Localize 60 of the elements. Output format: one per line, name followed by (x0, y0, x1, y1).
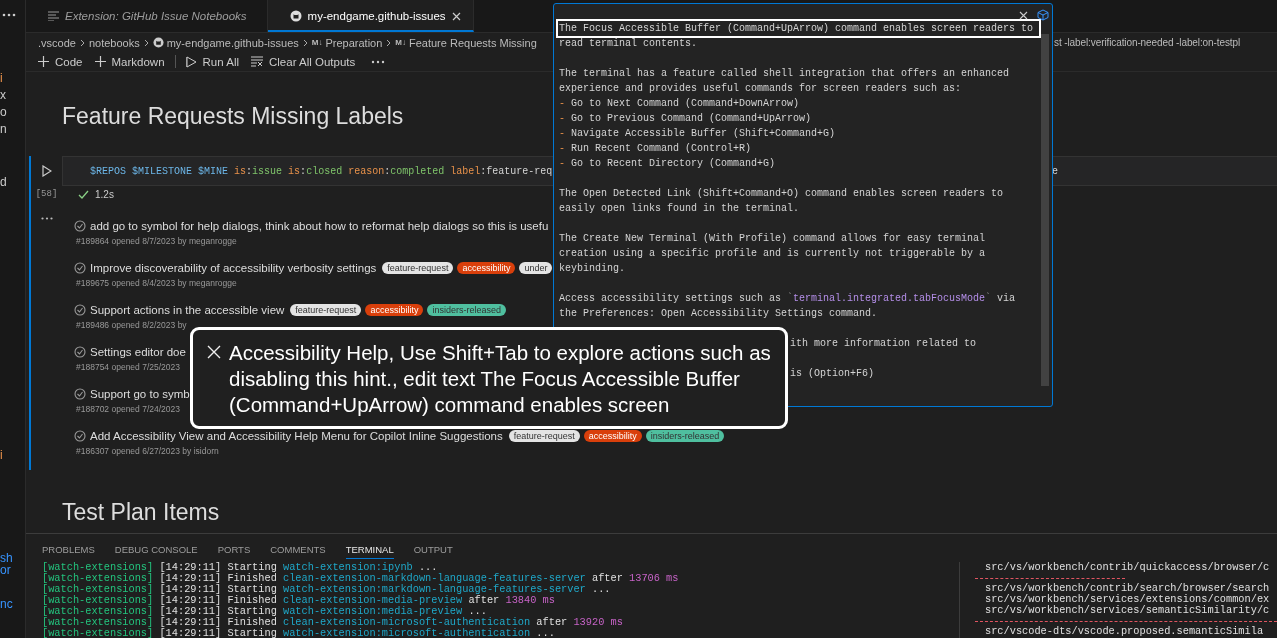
tooltip-text: Accessibility Help, Use Shift+Tab to explore actions such as disabling this hint., edit text The Focus Accessible Buffer (Command+UpArrow) command enables screen (229, 340, 772, 418)
sidebar-text: nc (0, 598, 13, 610)
help-text-line: creation using a specific profile and is currently not triggerable by a (559, 247, 986, 261)
help-text-line: - Navigate Accessible Buffer (Shift+Command+G) (559, 127, 836, 141)
issue-label: accessibility (583, 430, 642, 442)
terminal-line: [watch-extensions] [14:29:11] Starting watch-extension:ipynb ... (42, 562, 438, 573)
issue-label: under (519, 262, 553, 274)
issue-meta: #188702 opened 7/24/2023 (76, 404, 180, 414)
issue-meta: #189864 opened 8/7/2023 by meganrogge (76, 236, 237, 246)
terminal-line: [watch-extensions] [14:29:11] Starting watch-extension:media-preview ... (42, 606, 487, 617)
terminal-line: [watch-extensions] [14:29:11] Finished clean-extension-markdown-language-features-server after 13706 ms (42, 573, 679, 584)
sidebar-text: sh (0, 552, 13, 564)
terminal-line: [watch-extensions] [14:29:11] Starting watch-extension:markdown-language-features-server ... (42, 584, 611, 595)
issue-label: feature-request (290, 304, 362, 316)
help-text-line: ith more information related to (790, 337, 977, 351)
terminal-line: [watch-extensions] [14:29:11] Starting watch-extension:microsoft-authentication ... (42, 628, 555, 638)
issue-meta: #189486 opened 8/2/2023 by (76, 320, 187, 330)
sidebar-text: i (0, 70, 3, 87)
sidebar-text: or (0, 564, 11, 576)
issue-label: accessibility (457, 262, 516, 274)
help-text-line: keybinding. (559, 262, 625, 276)
help-text-line: easily open links found in the terminal. (559, 202, 800, 216)
sidebar-text: d (0, 174, 7, 191)
issue-label: feature-request (508, 430, 580, 442)
terminal-line: src/vs/workbench/services/extensions/common/ex (985, 594, 1270, 605)
help-text-line: - Run Recent Command (Control+R) (559, 142, 752, 156)
terminal-line: src/vs/workbench/services/semanticSimilarity/c (985, 605, 1270, 616)
help-text-line: is (Option+F6) (790, 367, 874, 381)
help-text-line: experience and provides useful commands for screen readers such as: (559, 82, 962, 96)
sidebar-text: o (0, 104, 7, 121)
terminal-line: src/vs/workbench/contrib/search/browser/search (985, 583, 1270, 594)
help-text-line: - Go to Recent Directory (Command+G) (559, 157, 776, 171)
terminal-line: [watch-extensions] [14:29:11] Finished clean-extension-media-preview after 13840 ms (42, 595, 555, 606)
help-text-line: - Go to Next Command (Command+DownArrow) (559, 97, 800, 111)
duration: 1.2s (95, 188, 114, 200)
sidebar-text: i (0, 447, 3, 464)
code-line: e (1052, 165, 1058, 177)
issue-meta: #188754 opened 7/25/2023 (76, 362, 180, 372)
issue-label: accessibility (365, 304, 424, 316)
terminal-line: src/vs/workbench/contrib/quickaccess/browser/c (985, 562, 1270, 573)
help-text-line: - Go to Previous Command (Command+UpArrow) (559, 112, 812, 126)
sidebar-text: n (0, 121, 7, 138)
section-heading: Test Plan Items (62, 498, 220, 527)
help-text-line: read terminal contents. (559, 37, 698, 51)
help-text-line: Access accessibility settings such as `terminal.integrated.tabFocusMode` via (559, 291, 1016, 306)
terminal-line: [watch-extensions] [14:29:11] Finished clean-extension-microsoft-authentication after 13920 ms (42, 617, 623, 628)
help-text-line: The Create New Terminal (With Profile) command allows for easy terminal (559, 232, 986, 246)
help-text-line: The terminal has a feature called shell integration that offers an enhanced (559, 67, 1010, 81)
section-heading: Feature Requests Missing Labels (62, 102, 404, 131)
help-text-line: the Preferences: Open Accessibility Settings command. (559, 307, 878, 321)
issue-label: feature-request (382, 262, 454, 274)
help-text-line: The Open Detected Link (Shift+Command+O) command enables screen readers to (559, 187, 1004, 201)
sidebar-text: x (0, 87, 6, 104)
code-line: $REPOS $MILESTONE $MINE is:issue is:closed reason:completed label:feature-req (90, 165, 553, 177)
issue-label: insiders-released (427, 304, 506, 316)
issue-meta: #186307 opened 6/27/2023 by isidorn (76, 446, 219, 456)
terminal-line: src/vscode-dts/vscode.proposed.semanticSimila (985, 626, 1264, 637)
execution-count: [58] (35, 189, 58, 199)
issue-meta: #189675 opened 8/4/2023 by meganrogge (76, 278, 237, 288)
issue-label: insiders-released (645, 430, 725, 442)
